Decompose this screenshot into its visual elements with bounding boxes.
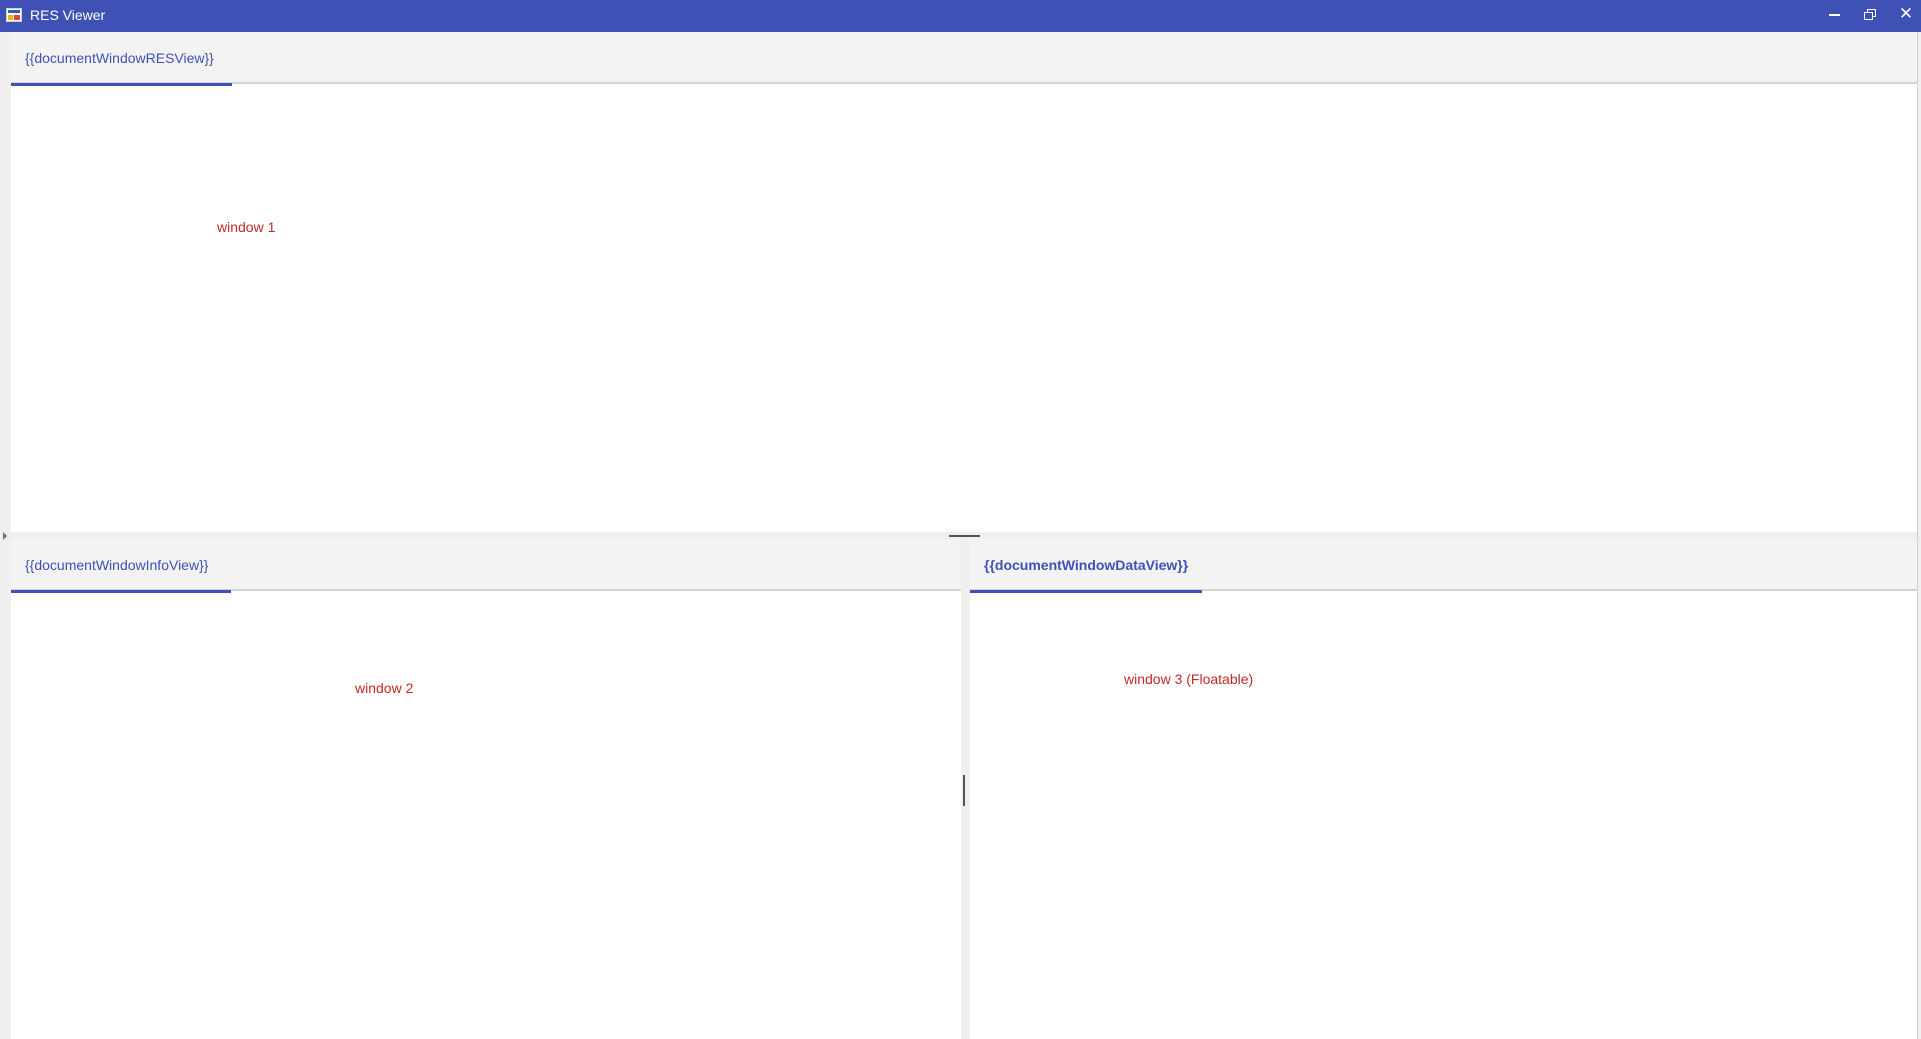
tab-strip: {{documentWindowRESView}} (11, 32, 1917, 86)
app-icon[interactable] (6, 8, 22, 22)
close-button[interactable]: ✕ (1888, 0, 1921, 28)
document-pane-res-view: {{documentWindowRESView}} window 1 (11, 32, 1917, 532)
title-bar[interactable]: RES Viewer ✕ (0, 0, 1921, 32)
document-pane-info-view: {{documentWindowInfoView}} window 2 (11, 539, 961, 1039)
window-content-label: window 2 (355, 680, 414, 696)
minimize-icon (1828, 14, 1840, 16)
tab-strip: {{documentWindowInfoView}} (11, 539, 961, 593)
tab-label: {{documentWindowInfoView}} (25, 557, 209, 573)
tab-document-window-res-view[interactable]: {{documentWindowRESView}} (11, 32, 232, 86)
active-tab-indicator (11, 83, 232, 86)
tab-label: {{documentWindowRESView}} (25, 50, 214, 66)
tab-document-window-data-view[interactable]: {{documentWindowDataView}} (970, 539, 1202, 593)
document-pane-data-view: {{documentWindowDataView}} window 3 (Flo… (970, 539, 1917, 1039)
close-icon: ✕ (1898, 3, 1914, 24)
maximize-button[interactable] (1852, 0, 1888, 28)
minimize-button[interactable] (1816, 0, 1852, 28)
expand-arrow-icon[interactable] (3, 532, 7, 540)
right-dock-edge (1917, 32, 1921, 1039)
restore-icon (1864, 8, 1876, 20)
splitter-grip-horizontal[interactable] (949, 535, 980, 537)
active-tab-indicator (11, 590, 231, 593)
window-title: RES Viewer (30, 7, 106, 23)
tab-strip: {{documentWindowDataView}} (970, 539, 1917, 593)
active-tab-indicator (970, 590, 1202, 593)
splitter-grip-vertical[interactable] (963, 775, 965, 806)
tab-label: {{documentWindowDataView}} (984, 557, 1189, 573)
window-content-label: window 3 (Floatable) (1124, 671, 1254, 687)
tab-document-window-info-view[interactable]: {{documentWindowInfoView}} (11, 539, 231, 593)
window-content-label: window 1 (217, 219, 276, 235)
